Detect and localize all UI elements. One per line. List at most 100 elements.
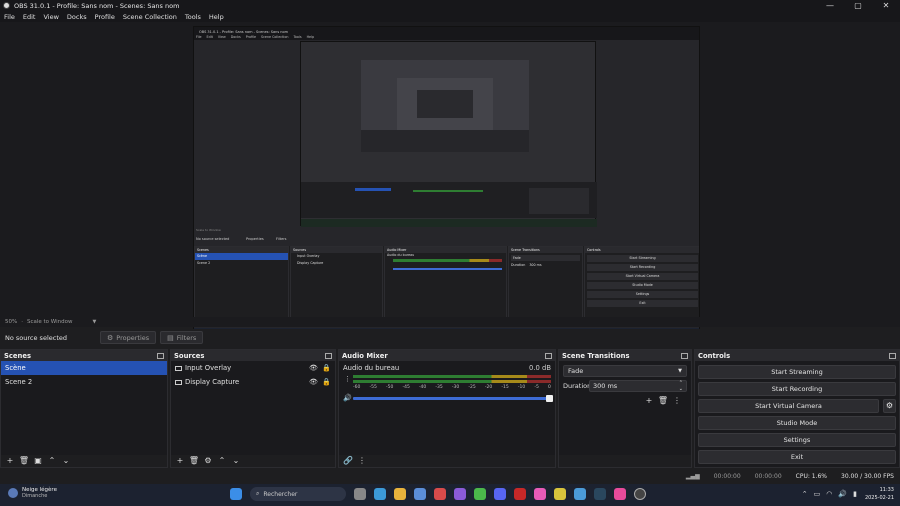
app-icon[interactable] — [454, 488, 466, 500]
minecraft-icon[interactable] — [474, 488, 486, 500]
source-item[interactable]: Display Capture 👁 🔒 — [171, 375, 335, 389]
settings-button[interactable]: Settings — [698, 433, 896, 447]
scale-tick: -50 — [385, 385, 394, 390]
discord-icon[interactable] — [494, 488, 506, 500]
scene-transitions-toolbar: + 🗑 ⋮ — [559, 394, 691, 407]
steam-icon[interactable] — [594, 488, 606, 500]
float-dock-icon[interactable] — [157, 352, 164, 359]
start-virtual-camera-button[interactable]: Start Virtual Camera — [698, 399, 879, 413]
menu-help[interactable]: Help — [209, 13, 224, 21]
studio-mode-button[interactable]: Studio Mode — [698, 416, 896, 430]
menu-edit[interactable]: Edit — [23, 13, 36, 21]
float-dock-icon[interactable] — [325, 352, 332, 359]
chevron-up-icon[interactable]: ⌃ — [216, 455, 228, 466]
lock-icon[interactable]: 🔒 — [322, 364, 331, 372]
float-dock-icon[interactable] — [545, 352, 552, 359]
chevron-up-icon[interactable]: ⌃ — [46, 455, 58, 466]
scale-tick: -60 — [353, 385, 361, 390]
scale-mode[interactable]: Scale to Window — [27, 319, 73, 325]
chevron-down-icon[interactable]: ⌄ — [230, 455, 242, 466]
minimize-button[interactable]: — — [816, 0, 844, 11]
add-transition-button[interactable]: + — [643, 395, 655, 406]
trash-icon[interactable]: 🗑 — [657, 395, 669, 406]
kebab-menu-icon[interactable]: ⋮ — [356, 455, 368, 466]
speaker-icon[interactable]: 🔊 — [343, 394, 352, 402]
taskbar-search-label: Rechercher — [263, 490, 298, 498]
close-button[interactable]: ✕ — [872, 0, 900, 11]
nested-source-item: Input Overlay — [297, 254, 320, 258]
stepper-icon[interactable]: ⌃ ⌄ — [679, 380, 683, 392]
monitor-icon[interactable]: ▭ — [814, 490, 821, 498]
wifi-icon[interactable]: ◠ — [826, 490, 832, 498]
preview-area[interactable]: OBS 31.0.1 - Profile: Sans nom - Scenes:… — [0, 22, 900, 337]
scene-item[interactable]: Scene 2 — [1, 375, 167, 389]
start-recording-button[interactable]: Start Recording — [698, 382, 896, 396]
app-icon[interactable] — [554, 488, 566, 500]
menu-file[interactable]: File — [4, 13, 15, 21]
chevron-down-icon[interactable]: ▼ — [93, 319, 97, 325]
gear-icon[interactable]: ⚙ — [202, 455, 214, 466]
menu-scene-collection[interactable]: Scene Collection — [123, 13, 177, 21]
nested-sources-dock: Sources Input Overlay Display Capture — [290, 246, 383, 322]
start-streaming-button[interactable]: Start Streaming — [698, 365, 896, 379]
app-icon[interactable] — [574, 488, 586, 500]
scene-filters-icon[interactable]: ▣ — [32, 455, 44, 466]
filters-button[interactable]: ▤ Filters — [160, 331, 204, 344]
obs-logo-icon — [3, 2, 10, 9]
volume-fader-handle[interactable] — [546, 395, 553, 402]
menu-tools[interactable]: Tools — [185, 13, 201, 21]
float-dock-icon[interactable] — [889, 352, 896, 359]
scene-item[interactable]: Scène — [1, 361, 167, 375]
volume-icon[interactable]: 🔊 — [838, 490, 847, 498]
audio-mixer-body: Audio du bureau 0.0 dB ⋮ -60 -55 -50 -45… — [339, 361, 555, 455]
add-source-button[interactable]: + — [174, 455, 186, 466]
volume-fader[interactable] — [353, 397, 551, 400]
chevron-down-icon[interactable]: ⌄ — [60, 455, 72, 466]
trash-icon[interactable]: 🗑 — [18, 455, 30, 466]
sources-title: Sources — [174, 351, 205, 360]
transition-select[interactable]: Fade ▼ — [563, 365, 687, 377]
float-dock-icon[interactable] — [681, 352, 688, 359]
chevron-up-icon[interactable]: ⌃ — [802, 490, 808, 498]
add-scene-button[interactable]: + — [4, 455, 16, 466]
file-explorer-icon[interactable] — [394, 488, 406, 500]
lock-icon[interactable]: 🔒 — [322, 378, 331, 386]
weather-widget[interactable]: Neige légère Dimanche — [8, 487, 57, 499]
trash-icon[interactable]: 🗑 — [188, 455, 200, 466]
kebab-menu-icon[interactable]: ⋮ — [344, 375, 351, 383]
obs-icon[interactable] — [634, 488, 646, 500]
edge-icon[interactable] — [374, 488, 386, 500]
app-icon[interactable] — [534, 488, 546, 500]
exit-button[interactable]: Exit — [698, 450, 896, 464]
preview-canvas[interactable]: OBS 31.0.1 - Profile: Sans nom - Scenes:… — [193, 26, 700, 337]
opera-icon[interactable] — [514, 488, 526, 500]
kebab-menu-icon[interactable]: ⋮ — [671, 395, 683, 406]
mixer-settings-icon[interactable]: 🔗 — [342, 455, 354, 466]
audio-mixer-title: Audio Mixer — [342, 351, 388, 360]
taskbar-search[interactable]: ⌕ Rechercher — [250, 487, 346, 501]
nested-filters: Filters — [276, 237, 287, 241]
menu-profile[interactable]: Profile — [95, 13, 115, 21]
battery-icon[interactable]: ▮ — [853, 490, 857, 498]
app-icon[interactable] — [434, 488, 446, 500]
store-icon[interactable] — [414, 488, 426, 500]
clock[interactable]: 11:33 2025-02-21 — [865, 486, 894, 502]
nested-inner-taskbar — [301, 219, 597, 227]
menu-docks[interactable]: Docks — [67, 13, 87, 21]
source-item[interactable]: Input Overlay 👁 🔒 — [171, 361, 335, 375]
scenes-dock: Scenes Scène Scene 2 + 🗑 ▣ ⌃ ⌄ — [0, 349, 168, 468]
maximize-button[interactable]: ▢ — [844, 0, 872, 11]
duration-value: 300 ms — [593, 382, 618, 390]
scale-tick: -55 — [369, 385, 377, 390]
eye-icon[interactable]: 👁 — [309, 364, 318, 372]
start-menu-icon[interactable] — [230, 488, 242, 500]
eye-icon[interactable]: 👁 — [309, 378, 318, 386]
app-icon[interactable] — [614, 488, 626, 500]
nested-scale-bar: Scale to Window — [194, 228, 699, 233]
duration-input[interactable]: 300 ms ⌃ ⌄ — [589, 380, 687, 392]
task-view-icon[interactable] — [354, 488, 366, 500]
gear-icon[interactable]: ⚙ — [883, 399, 896, 413]
menu-view[interactable]: View — [43, 13, 58, 21]
properties-button[interactable]: ⚙ Properties — [100, 331, 157, 344]
preview-scale-bar[interactable]: 50% · Scale to Window ▼ — [0, 317, 900, 327]
